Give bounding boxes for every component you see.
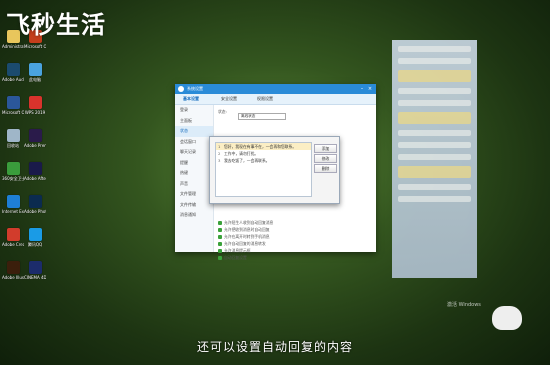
menu-item-chat-window[interactable]: 会话窗口 [175,137,213,148]
video-subtitle: 还可以设置自动回复的内容 [196,340,353,354]
setting-row[interactable]: 允许自动回复的消息转发 [218,240,372,247]
delete-button[interactable]: 删除 [314,164,337,173]
desktop-icon[interactable]: 此电脑 [24,63,46,95]
checkbox[interactable] [218,235,222,239]
checkbox[interactable] [218,256,222,260]
desktop-icon[interactable]: Adobe Creative [2,228,24,260]
desktop-icon-label: 此电脑 [29,77,41,82]
desktop-icon[interactable]: Adobe After Effects [24,162,46,194]
app-icon [6,228,20,241]
desktop-icon[interactable]: Microsoft Office Wo... [2,96,24,128]
app-icon [28,162,42,175]
desktop-icon[interactable]: 回收站 [2,129,24,161]
desktop-icon-label: 腾讯QQ [27,242,43,247]
desktop-icon-label: Adobe Premiere [24,143,46,148]
status-dropdown[interactable]: 离线状态 [238,113,286,120]
tab-basic[interactable]: 基本设置 [183,96,199,102]
setting-row[interactable]: 允许在离开时转到手机消息 [218,233,372,240]
reply-list[interactable]: 1 您好，我现在有事不在，一会再和您联系。 2 工作中，请勿打扰。 3 我去吃饭了，一… [215,142,312,197]
app-icon [28,228,42,241]
desktop-icon-label: Adobe Illustrator [2,275,24,280]
app-icon [28,195,42,208]
desktop-icon-label: 回收站 [7,143,19,148]
activate-windows-watermark: 激活 Windows [447,302,481,308]
desktop-icon-label: Adobe After Effects [24,176,46,181]
desktop-icon[interactable]: Internet Explorer [2,195,24,227]
desktop-icon-label: Microsoft Office [24,44,46,49]
desktop-icon-label: 360安全卫士 [2,176,24,181]
menu-item-hotkeys[interactable]: 热键 [175,168,213,179]
app-icon [6,162,20,175]
app-icon [6,261,20,274]
desktop-icon[interactable]: WPS 2019 [24,96,46,128]
app-icon [28,129,42,142]
add-button[interactable]: 添加 [314,144,337,153]
desktop-icon-label: Adobe Creative [2,242,24,247]
setting-row[interactable]: 允许陌生人收到自动回复消息 [218,219,372,226]
list-item[interactable]: 1 您好，我现在有事不在，一会再和您联系。 [216,143,311,150]
minimize-icon[interactable]: – [358,84,366,94]
menu-item-main-panel[interactable]: 主面板 [175,116,213,127]
desktop-icon-label: Adobe Photoshop [24,209,46,214]
auto-reply-dialog: 1 您好，我现在有事不在，一会再和您联系。 2 工作中，请勿打扰。 3 我去吃饭了，一… [209,136,340,204]
app-icon [6,129,20,142]
desktop-icon[interactable]: Adobe Audition [2,63,24,95]
menu-item-sound[interactable]: 声音 [175,179,213,190]
menu-item-reminder[interactable]: 提醒 [175,158,213,169]
desktop-icon[interactable]: 腾讯QQ [24,228,46,260]
desktop-icon[interactable]: 360安全卫士 [2,162,24,194]
tab-permissions[interactable]: 权限设置 [257,96,273,102]
menu-item-notifications[interactable]: 消息通知 [175,210,213,221]
desktop-icon-label: CINEMA 4D [24,275,46,280]
tab-security[interactable]: 安全设置 [221,96,237,102]
app-icon [6,63,20,76]
desktop-icon-label: Adobe Audition [2,77,24,82]
menu-item-status[interactable]: 状态 [175,126,213,137]
checkbox[interactable] [218,221,222,225]
app-icon [28,63,42,76]
menu-item-chat-history[interactable]: 聊天记录 [175,147,213,158]
desktop-icon-label: WPS 2019 [24,110,46,115]
menu-item-file-management[interactable]: 文件管理 [175,189,213,200]
window-title: 系统设置 [187,86,203,91]
watermark: 飞秒生活 [6,11,106,39]
list-item[interactable]: 2 工作中，请勿打扰。 [216,150,311,157]
app-icon [28,96,42,109]
app-icon [6,195,20,208]
window-titlebar[interactable]: 系统设置 – × [175,84,376,94]
list-item[interactable]: 3 我去吃饭了，一会再联系。 [216,157,311,164]
checkbox[interactable] [218,228,222,232]
menu-item-login[interactable]: 登录 [175,105,213,116]
chat-window-blurred[interactable] [392,40,477,278]
desktop-icon[interactable]: CINEMA 4D [24,261,46,293]
desktop-icon[interactable]: Adobe Illustrator [2,261,24,293]
desktop-icon-label: Microsoft Office Wo... [2,110,24,115]
settings-tabs: 基本设置 安全设置 权限设置 [175,94,376,105]
setting-row[interactable]: 允许消息提示框 [218,247,372,254]
desktop-icon-label: Administrator [2,44,24,49]
close-icon[interactable]: × [366,84,374,94]
setting-row[interactable]: 允许把收到消息时自动回复 [218,226,372,233]
app-icon [28,261,42,274]
setting-row[interactable]: 自动回复设置 [218,254,372,261]
desktop-icon[interactable]: Adobe Photoshop [24,195,46,227]
menu-item-file-transfer[interactable]: 文件传输 [175,200,213,211]
sheep-mascot-icon [492,306,522,330]
desktop-icon[interactable]: Adobe Premiere [24,129,46,161]
app-icon [6,96,20,109]
checkbox[interactable] [218,249,222,253]
app-logo-icon [178,86,184,92]
checkbox[interactable] [218,242,222,246]
desktop-icon-label: Internet Explorer [2,209,24,214]
edit-button[interactable]: 修改 [314,154,337,163]
